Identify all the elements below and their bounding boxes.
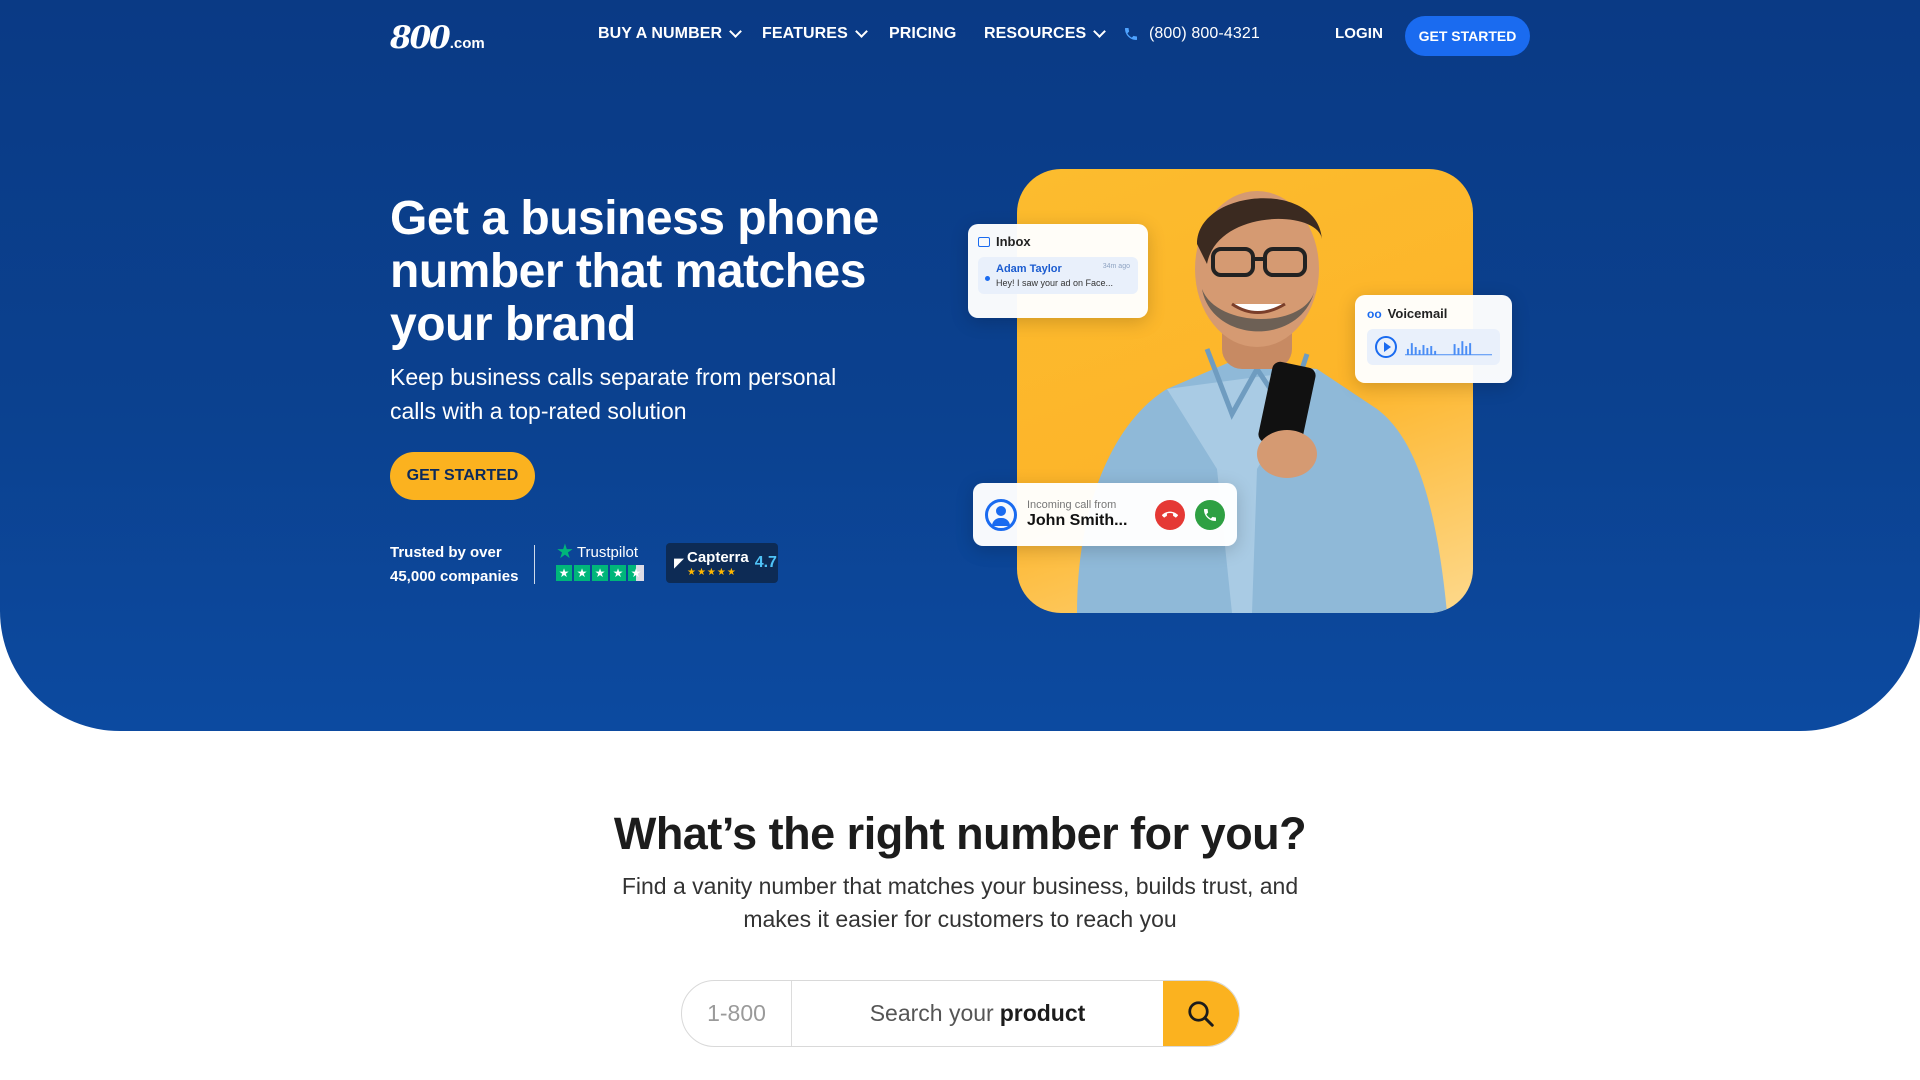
trustpilot-star: ★	[574, 565, 590, 581]
nav-features-label: FEATURES	[762, 25, 848, 42]
inbox-time: 34m ago	[1102, 263, 1130, 270]
chevron-down-icon	[1093, 25, 1107, 38]
play-icon[interactable]	[1375, 336, 1397, 358]
chevron-down-icon	[854, 25, 868, 38]
trustpilot-label: Trustpilot	[576, 543, 639, 561]
trustpilot-star-half: ★	[628, 565, 644, 581]
voicemail-card: oo Voicemail	[1355, 295, 1512, 383]
phone-icon	[1125, 28, 1137, 40]
trust-text: Trusted by over 45,000 companies	[390, 541, 518, 589]
inbox-sender: Adam Taylor	[996, 263, 1062, 275]
logo-suffix: .com	[449, 35, 485, 52]
nav-features[interactable]: FEATURES	[762, 25, 868, 43]
caller-name: John Smith...	[1027, 512, 1128, 529]
trust-line-1: Trusted by over	[390, 544, 502, 561]
chevron-down-icon	[729, 25, 743, 38]
top-nav: 800 .com BUY A NUMBER FEATURES PRICING R…	[0, 0, 1920, 70]
inbox-title: Inbox	[996, 234, 1031, 249]
caller-avatar-icon	[985, 498, 1017, 531]
trustpilot-star-icon: ★	[556, 541, 574, 563]
trustpilot-star: ★	[592, 565, 608, 581]
capterra-score: 4.7	[754, 554, 777, 571]
logo[interactable]: 800 .com	[390, 20, 485, 56]
nav-resources-label: RESOURCES	[984, 25, 1087, 42]
search-input[interactable]: Search your product	[792, 981, 1163, 1046]
trustpilot-star: ★	[556, 565, 572, 581]
inbox-card: Inbox Adam Taylor 34m ago Hey! I saw you…	[968, 224, 1148, 318]
nav-phone-link[interactable]: (800) 800-4321	[1123, 25, 1260, 43]
hero-section: 800 .com BUY A NUMBER FEATURES PRICING R…	[0, 0, 1920, 731]
message-icon	[978, 236, 990, 247]
unread-dot	[985, 276, 990, 281]
incoming-call-card: Incoming call from John Smith...	[973, 483, 1237, 546]
nav-buy-a-number-label: BUY A NUMBER	[598, 25, 723, 42]
accept-call-icon[interactable]	[1195, 499, 1225, 530]
hero-subhead: Keep business calls separate from person…	[390, 364, 837, 424]
trust-divider	[534, 545, 535, 584]
search-placeholder-lead: Search your	[869, 1000, 994, 1026]
nav-buy-a-number[interactable]: BUY A NUMBER	[598, 25, 743, 43]
search-icon	[1188, 1000, 1214, 1027]
trust-line-2: 45,000 companies	[390, 568, 519, 585]
finder-title: What’s the right number for you?	[613, 808, 1307, 859]
inbox-preview: Hey! I saw your ad on Face...	[996, 278, 1114, 288]
voicemail-player	[1367, 329, 1500, 365]
login-label: LOGIN	[1335, 25, 1383, 42]
trustpilot-star: ★	[610, 565, 626, 581]
hero-get-started-button[interactable]: GET STARTED	[390, 452, 535, 500]
nav-pricing-label: PRICING	[889, 25, 957, 42]
capterra-stars: ★★★★★	[687, 566, 737, 578]
trustpilot-stars: ★ ★ ★ ★ ★	[556, 565, 644, 581]
inbox-message: Adam Taylor 34m ago Hey! I saw your ad o…	[978, 257, 1138, 294]
nav-resources[interactable]: RESOURCES	[984, 25, 1107, 43]
number-search-bar: 1-800 Search your product	[681, 980, 1240, 1047]
hero-headline: Get a business phone number that matches…	[390, 192, 879, 351]
voicemail-title: Voicemail	[1387, 306, 1448, 321]
search-prefix[interactable]: 1-800	[682, 981, 792, 1046]
logo-main: 800	[390, 20, 451, 56]
trustpilot-badge[interactable]: ★ Trustpilot ★ ★ ★ ★ ★	[556, 541, 644, 581]
waveform-icon	[1404, 341, 1492, 356]
search-button[interactable]	[1163, 981, 1239, 1046]
nav-pricing[interactable]: PRICING	[889, 25, 956, 43]
capterra-label: Capterra	[687, 548, 749, 566]
finder-subtitle: Find a vanity number that matches your b…	[621, 873, 1299, 932]
capterra-arrow-icon: ◤	[674, 555, 684, 570]
decline-call-icon[interactable]	[1155, 499, 1185, 530]
login-link[interactable]: LOGIN	[1335, 25, 1383, 42]
voicemail-icon: oo	[1367, 306, 1382, 321]
search-placeholder-word: product	[999, 1000, 1086, 1026]
incoming-label: Incoming call from	[1027, 499, 1117, 511]
nav-phone-number: (800) 800-4321	[1149, 25, 1260, 42]
capterra-badge[interactable]: ◤ Capterra ★★★★★ 4.7	[666, 543, 778, 583]
nav-get-started-button[interactable]: GET STARTED	[1405, 16, 1530, 56]
